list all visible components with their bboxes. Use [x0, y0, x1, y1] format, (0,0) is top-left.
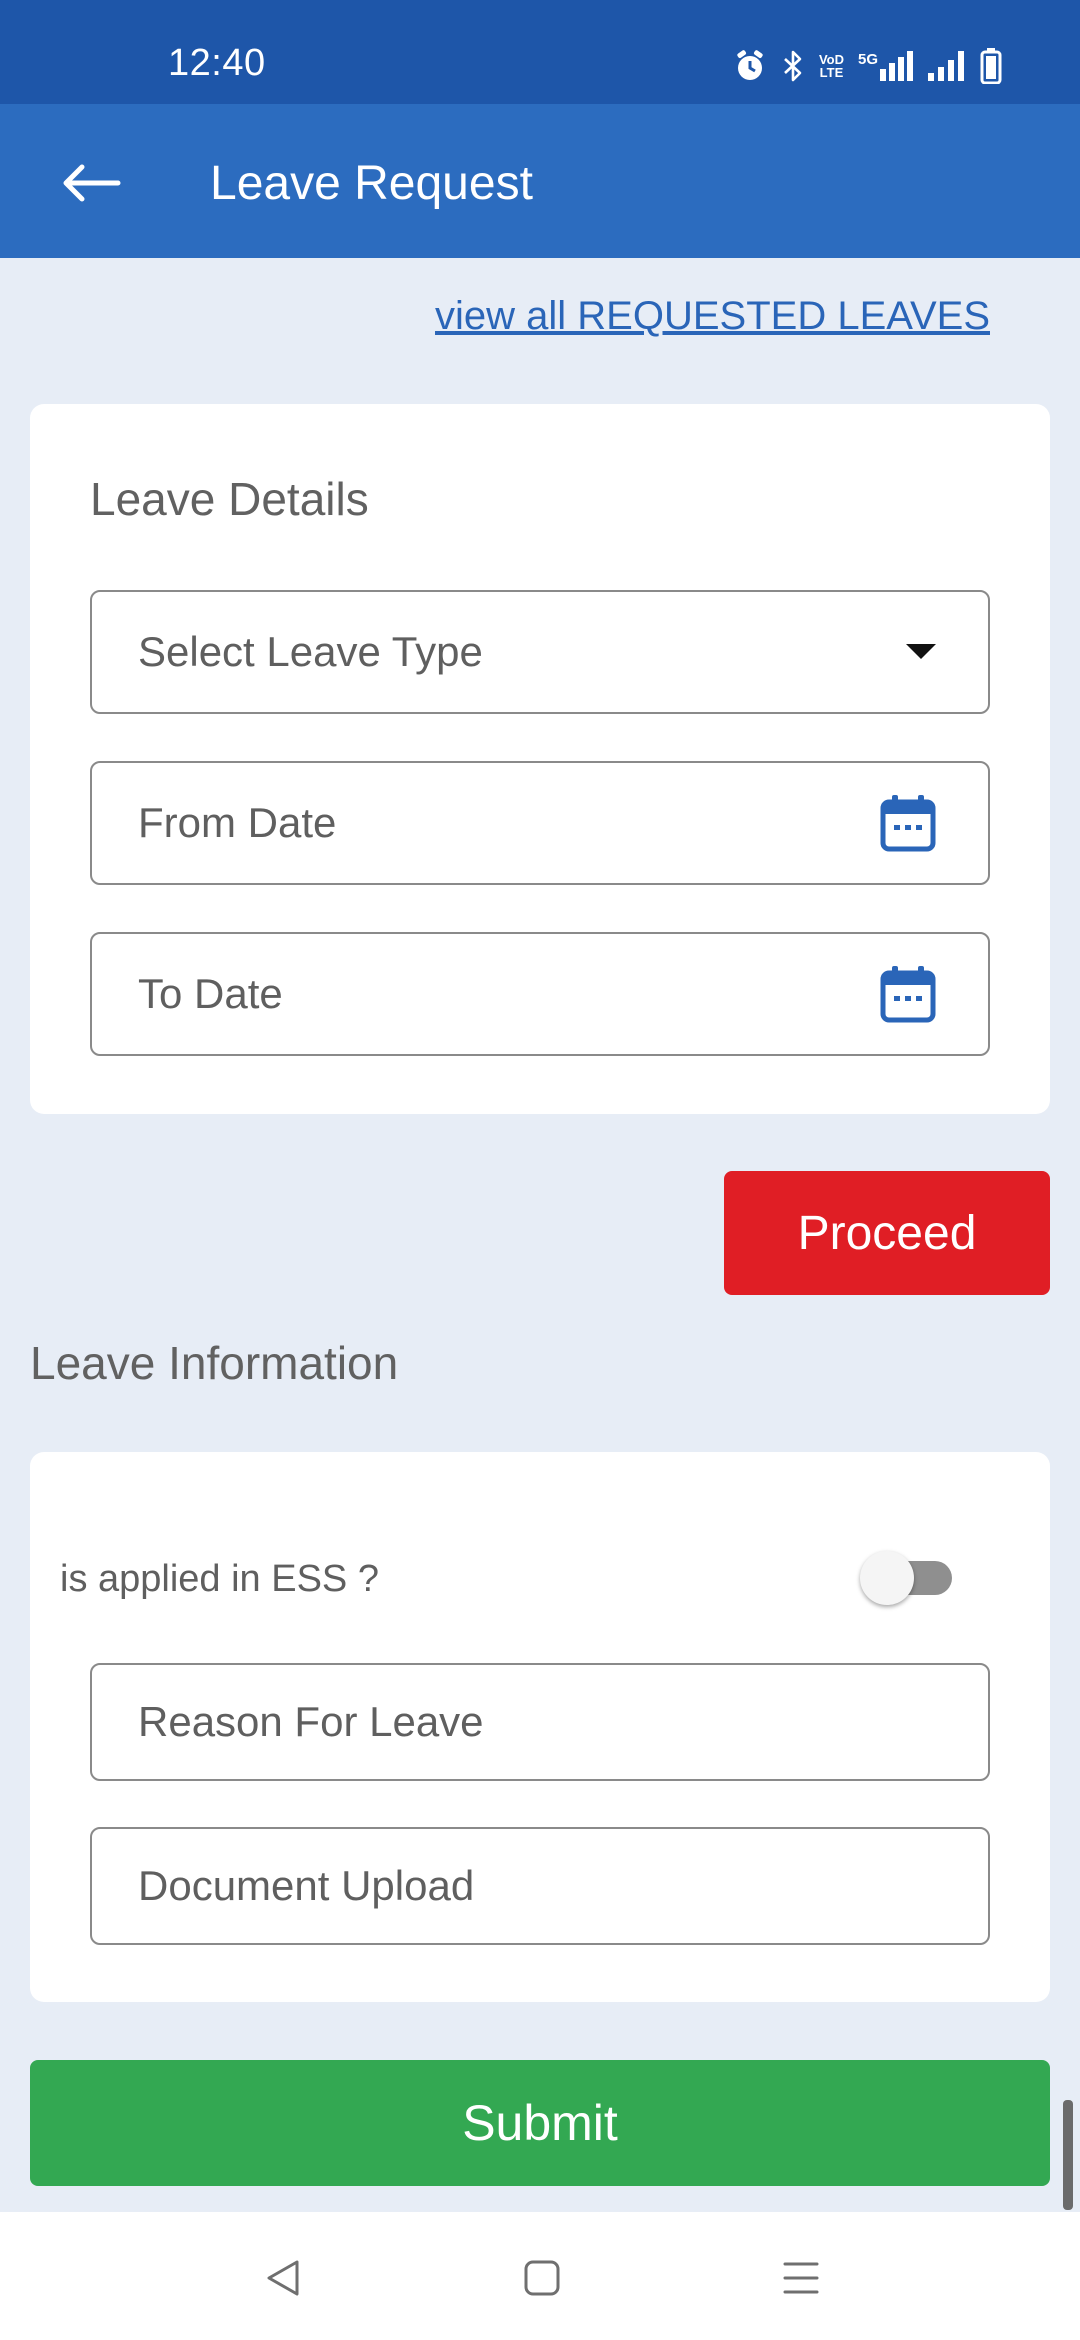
system-nav-bar [0, 2212, 1080, 2340]
volte-icon: VoD LTE [819, 53, 844, 79]
document-upload-field[interactable]: Document Upload [90, 1827, 990, 1945]
ess-toggle-label: is applied in ESS ? [60, 1558, 379, 1600]
document-placeholder: Document Upload [138, 1862, 475, 1909]
recents-menu-icon [783, 2262, 819, 2294]
from-date-placeholder: From Date [138, 799, 337, 846]
status-bar: 12:40 VoD LTE 5G [0, 0, 1080, 104]
leave-information-title: Leave Information [30, 1337, 399, 1389]
status-icons: VoD LTE 5G [733, 46, 1002, 86]
app-bar: Leave Request [0, 104, 1080, 258]
leave-details-card: Leave Details Select Leave Type From Dat… [30, 404, 1050, 1114]
view-requested-leaves-link[interactable]: view all REQUESTED LEAVES [435, 294, 990, 339]
volte-line2: LTE [819, 65, 844, 80]
toggle-knob [860, 1551, 914, 1605]
calendar-icon[interactable] [880, 965, 936, 1023]
submit-button[interactable]: Submit [30, 2060, 1050, 2186]
leave-details-title: Leave Details [90, 473, 369, 525]
back-button[interactable] [46, 148, 136, 218]
caret-down-icon [906, 644, 936, 660]
signal-5g-icon: 5G [858, 51, 914, 81]
back-triangle-icon [267, 2260, 299, 2296]
home-square-icon [524, 2260, 560, 2296]
nav-recents-button[interactable] [766, 2248, 836, 2308]
leave-type-select[interactable]: Select Leave Type [90, 590, 990, 714]
reason-for-leave-input[interactable]: Reason For Leave [90, 1663, 990, 1781]
nav-home-button[interactable] [507, 2248, 577, 2308]
ess-toggle-switch[interactable] [860, 1549, 956, 1605]
from-date-field[interactable]: From Date [90, 761, 990, 885]
alarm-icon [733, 49, 767, 83]
arrow-left-icon [63, 164, 121, 202]
leave-type-placeholder: Select Leave Type [138, 628, 483, 675]
to-date-field[interactable]: To Date [90, 932, 990, 1056]
proceed-button[interactable]: Proceed [724, 1171, 1050, 1295]
scrollbar-thumb[interactable] [1063, 2100, 1073, 2210]
to-date-placeholder: To Date [138, 970, 283, 1017]
signal-icon [928, 51, 966, 81]
battery-icon [980, 48, 1002, 84]
page-title: Leave Request [210, 157, 533, 210]
status-time: 12:40 [168, 42, 266, 84]
nav-back-button[interactable] [248, 2248, 318, 2308]
network-type: 5G [857, 51, 878, 68]
bluetooth-icon [781, 49, 805, 83]
calendar-icon[interactable] [880, 794, 936, 852]
reason-placeholder: Reason For Leave [138, 1698, 484, 1745]
